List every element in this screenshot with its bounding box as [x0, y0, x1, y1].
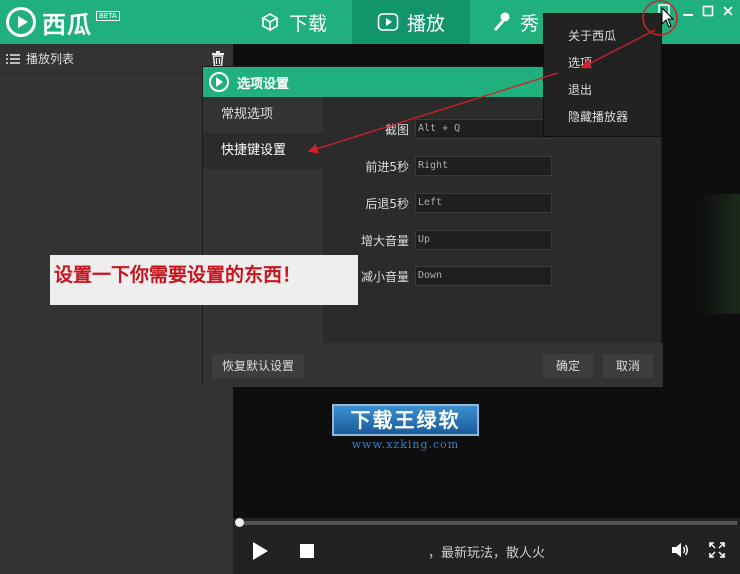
- app-logo: 西瓜 BETA: [6, 6, 120, 39]
- menu-item-exit[interactable]: 退出: [544, 77, 661, 104]
- microphone-icon: [490, 11, 512, 33]
- app-name: 西瓜: [42, 10, 92, 39]
- maximize-icon: [702, 5, 714, 17]
- hotkey-row-forward: 前进5秒 Right: [323, 156, 663, 176]
- fullscreen-icon[interactable]: [709, 542, 725, 558]
- menu-item-about[interactable]: 关于西瓜: [544, 23, 661, 50]
- ok-button[interactable]: 确定: [543, 354, 593, 378]
- box-icon: [259, 11, 281, 33]
- hotkey-label: 增大音量: [360, 234, 409, 248]
- playlist-header: 播放列表: [0, 44, 233, 74]
- hotkey-label: 前进5秒: [365, 160, 409, 174]
- hotkey-input-forward[interactable]: Right: [415, 156, 552, 176]
- dialog-footer: 恢复默认设置 确定 取消: [203, 343, 663, 387]
- hotkey-row-volume-up: 增大音量 Up: [323, 230, 663, 250]
- dialog-logo-icon: [209, 72, 229, 92]
- trash-icon[interactable]: [211, 51, 225, 67]
- hotkey-input-screenshot[interactable]: Alt + Q: [415, 119, 552, 139]
- menu-item-options[interactable]: 选项: [544, 50, 661, 77]
- stop-button[interactable]: [300, 544, 314, 558]
- playlist-title: 播放列表: [26, 52, 75, 66]
- close-icon: [723, 6, 733, 16]
- minimize-button[interactable]: [680, 4, 696, 20]
- sidebar-item-general[interactable]: 常规选项: [203, 97, 323, 133]
- list-icon: [6, 53, 20, 64]
- hotkey-row-volume-down: 减小音量 Down: [323, 266, 663, 286]
- tab-show[interactable]: 秀: [470, 0, 544, 44]
- video-frame-edge: [700, 194, 740, 314]
- tab-show-label: 秀: [520, 12, 540, 35]
- main-menu-dropdown: 关于西瓜 选项 退出 隐藏播放器: [543, 13, 662, 137]
- play-icon: [377, 11, 399, 33]
- tab-play-label: 播放: [406, 12, 445, 35]
- beta-badge: BETA: [96, 11, 120, 21]
- hotkey-label: 后退5秒: [365, 197, 409, 211]
- maximize-button[interactable]: [700, 4, 716, 20]
- hotkey-input-backward[interactable]: Left: [415, 193, 552, 213]
- annotation-note: 设置一下你需要设置的东西！: [50, 255, 358, 305]
- marquee-text: ，最新玩法，散人火: [428, 546, 546, 561]
- progress-bar[interactable]: [235, 518, 737, 527]
- watermark-title: 下载王绿软: [332, 404, 479, 436]
- hotkey-label: 截图: [384, 123, 409, 137]
- sidebar-item-hotkeys[interactable]: 快捷键设置: [203, 133, 323, 169]
- player-controls: ，最新玩法，散人火: [233, 518, 740, 574]
- menu-item-hide-player[interactable]: 隐藏播放器: [544, 104, 661, 131]
- close-button[interactable]: [720, 4, 736, 20]
- hotkey-input-volume-up[interactable]: Up: [415, 230, 552, 250]
- play-button[interactable]: [253, 542, 268, 560]
- hotkey-row-backward: 后退5秒 Left: [323, 193, 663, 213]
- progress-knob[interactable]: [235, 518, 244, 527]
- hotkey-input-volume-down[interactable]: Down: [415, 266, 552, 286]
- tab-download-label: 下载: [288, 12, 327, 35]
- volume-icon[interactable]: [671, 542, 689, 558]
- dialog-sidebar: 常规选项 快捷键设置: [203, 97, 323, 343]
- tab-download[interactable]: 下载: [234, 0, 352, 44]
- logo-icon: [6, 7, 36, 37]
- hotkey-label: 减小音量: [360, 270, 409, 284]
- cancel-button[interactable]: 取消: [603, 354, 653, 378]
- watermark-logo: 下载王绿软 www.xzking.com: [332, 404, 479, 456]
- minimize-icon: [683, 14, 693, 16]
- reset-defaults-button[interactable]: 恢复默认设置: [212, 354, 304, 378]
- tab-play[interactable]: 播放: [352, 0, 470, 44]
- dialog-title: 选项设置: [237, 76, 290, 92]
- playlist-panel: 播放列表: [0, 44, 233, 574]
- watermark-url: www.xzking.com: [351, 438, 460, 451]
